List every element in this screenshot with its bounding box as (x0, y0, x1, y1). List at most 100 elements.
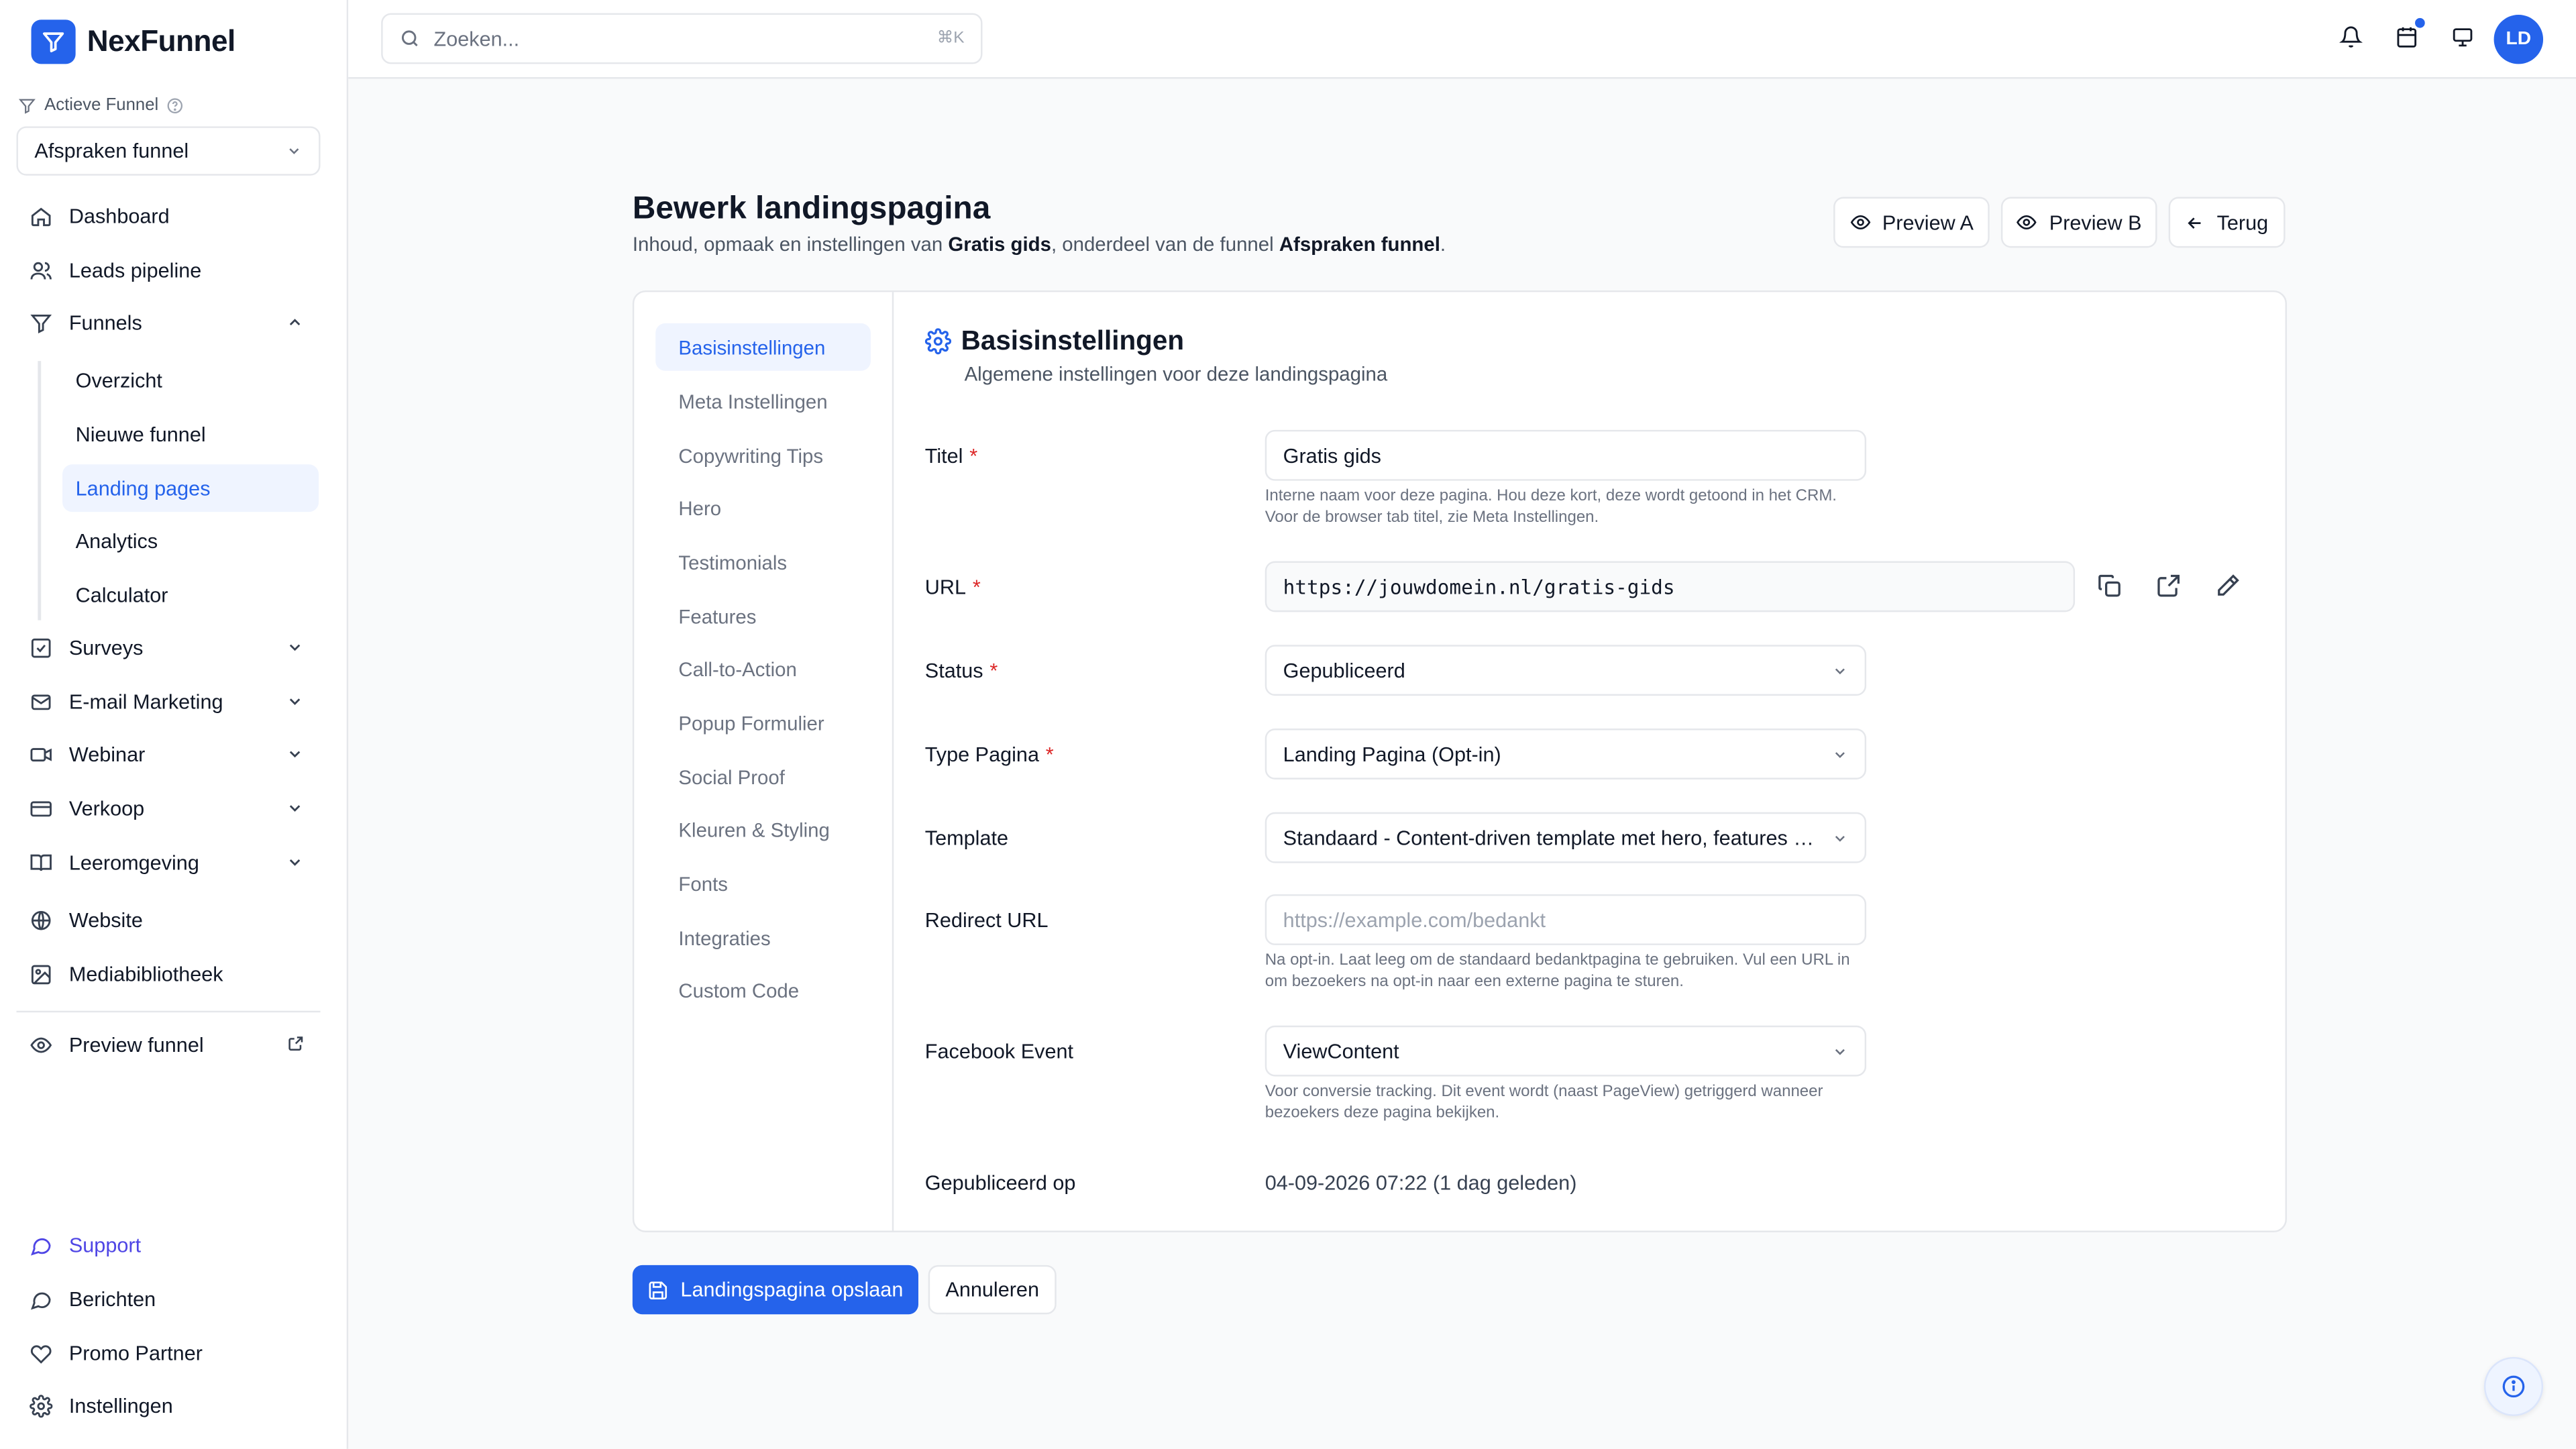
funnel-logo-icon (31, 19, 76, 64)
arrow-left-icon (2188, 217, 2202, 228)
external-link-icon[interactable] (2155, 573, 2182, 599)
sidebar-item-instellingen[interactable]: Instellingen (16, 1383, 320, 1429)
sidebar-item-leads[interactable]: Leads pipeline (16, 248, 320, 293)
sidebar-item-webinar[interactable]: Webinar (16, 732, 320, 777)
sidebar-subitem-analytics[interactable]: Analytics (62, 517, 319, 564)
save-button[interactable]: Landingspagina opslaan (632, 1265, 918, 1315)
facebook-event-help: Voor conversie tracking. Dit event wordt… (1265, 1083, 1823, 1123)
sidebar-divider (16, 1010, 321, 1013)
avatar[interactable]: LD (2493, 15, 2544, 64)
sidebar-item-promo-partner[interactable]: Promo Partner (16, 1331, 320, 1377)
search-input[interactable]: Zoeken... ⌘K (381, 13, 983, 64)
sidebar-item-dashboard[interactable]: Dashboard (16, 194, 320, 239)
video-icon (30, 748, 52, 762)
preview-b-button[interactable]: Preview B (2000, 197, 2157, 248)
help-circle-icon[interactable] (166, 96, 184, 114)
required-mark: * (969, 444, 978, 468)
page-subtitle: Inhoud, opmaak en instellingen van Grati… (632, 233, 1446, 256)
gear-icon (924, 328, 951, 355)
calendar-icon[interactable] (2396, 25, 2418, 50)
topbar: Zoeken... ⌘K LD (348, 0, 2576, 79)
globe-icon (31, 910, 51, 930)
sidebar-item-leeromgeving[interactable]: Leeromgeving (16, 840, 320, 885)
page-title: Bewerk landingspagina (632, 190, 991, 227)
image-icon (31, 965, 51, 985)
settings-nav-popup[interactable]: Popup Formulier (655, 699, 871, 747)
logo[interactable]: NexFunnel (31, 19, 235, 64)
funnel-icon (18, 98, 36, 113)
sidebar-item-funnels[interactable]: Funnels (16, 301, 320, 346)
settings-nav-features[interactable]: Features (655, 592, 871, 640)
sidebar-subitem-nieuwe-funnel[interactable]: Nieuwe funnel (62, 411, 319, 458)
settings-nav-hero[interactable]: Hero (655, 484, 871, 532)
template-label: Template (924, 826, 1009, 851)
published-label: Gepubliceerd op (924, 1171, 1076, 1195)
settings-nav-integraties[interactable]: Integraties (655, 914, 871, 961)
sidebar: NexFunnel Actieve Funnel Afspraken funne… (0, 0, 349, 1449)
type-pagina-select[interactable]: Landing Pagina (Opt-in) (1265, 729, 1867, 780)
eye-icon (1849, 215, 1870, 230)
redirect-url-label: Redirect URL (924, 909, 1049, 932)
settings-nav-copywriting[interactable]: Copywriting Tips (655, 431, 871, 479)
section-title: Basisinstellingen (961, 326, 1185, 356)
book-icon (30, 854, 52, 871)
settings-nav-cta[interactable]: Call-to-Action (655, 645, 871, 692)
sidebar-subitem-calculator[interactable]: Calculator (62, 571, 319, 619)
required-mark: * (972, 576, 981, 599)
settings-nav-social-proof[interactable]: Social Proof (655, 753, 871, 801)
gear-icon (30, 1395, 53, 1418)
settings-nav-testimonials[interactable]: Testimonials (655, 538, 871, 586)
settings-nav-custom-code[interactable]: Custom Code (655, 967, 871, 1014)
message-icon (31, 1292, 51, 1310)
sidebar-subitem-landing-pages[interactable]: Landing pages (62, 464, 319, 513)
redirect-url-help: Na opt-in. Laat leeg om de standaard bed… (1265, 951, 1850, 991)
titel-input[interactable]: Gratis gids (1265, 429, 1867, 481)
sidebar-item-berichten[interactable]: Berichten (16, 1277, 320, 1322)
chevron-up-icon (289, 319, 301, 325)
sidebar-item-support[interactable]: Support (16, 1222, 320, 1268)
info-help-button[interactable] (2483, 1356, 2544, 1416)
type-pagina-label: Type Pagina * (924, 743, 1054, 767)
sidebar-item-email-marketing[interactable]: E-mail Marketing (16, 680, 320, 725)
sidebar-item-verkoop[interactable]: Verkoop (16, 786, 320, 832)
chevron-down-icon (289, 698, 301, 706)
users-icon (30, 262, 52, 280)
chevron-down-icon (1835, 751, 1845, 757)
chevron-down-icon (1835, 835, 1845, 841)
monitor-icon[interactable] (2451, 25, 2474, 50)
sidebar-subitem-overzicht[interactable]: Overzicht (62, 356, 319, 404)
settings-nav-fonts[interactable]: Fonts (655, 860, 871, 908)
url-label: URL * (924, 576, 981, 599)
sidebar-item-preview-funnel[interactable]: Preview funnel (16, 1022, 320, 1068)
settings-nav: Basisinstellingen Meta Instellingen Copy… (634, 292, 894, 1231)
pencil-icon[interactable] (2214, 573, 2241, 599)
search-shortcut: ⌘K (936, 30, 965, 48)
redirect-url-input[interactable]: https://example.com/bedankt (1265, 894, 1867, 945)
calendar-badge (2413, 16, 2427, 30)
required-mark: * (989, 659, 998, 683)
url-input[interactable]: https://jouwdomein.nl/gratis-gids (1265, 561, 2076, 612)
chat-icon (31, 1238, 51, 1256)
settings-nav-basisinstellingen[interactable]: Basisinstellingen (655, 323, 871, 371)
template-select[interactable]: Standaard - Content-driven template met … (1265, 812, 1867, 863)
status-label: Status * (924, 659, 998, 683)
settings-nav-kleuren[interactable]: Kleuren & Styling (655, 806, 871, 853)
facebook-event-select[interactable]: ViewContent (1265, 1025, 1867, 1077)
cancel-button[interactable]: Annuleren (928, 1265, 1057, 1315)
status-select[interactable]: Gepubliceerd (1265, 645, 1867, 696)
sidebar-item-website[interactable]: Website (16, 898, 320, 943)
chevron-down-icon (289, 148, 299, 154)
bell-icon[interactable] (2339, 25, 2363, 50)
settings-nav-meta[interactable]: Meta Instellingen (655, 378, 871, 425)
preview-a-button[interactable]: Preview A (1833, 197, 1990, 248)
chevron-down-icon (1835, 667, 1845, 674)
back-button[interactable]: Terug (2168, 197, 2286, 248)
active-funnel-select[interactable]: Afspraken funnel (16, 126, 321, 176)
sidebar-item-surveys[interactable]: Surveys (16, 625, 320, 671)
required-mark: * (1045, 743, 1054, 767)
chevron-down-icon (289, 751, 301, 758)
credit-card-icon (30, 801, 52, 817)
sidebar-item-mediabibliotheek[interactable]: Mediabibliotheek (16, 952, 320, 998)
copy-icon[interactable] (2096, 573, 2123, 599)
titel-label: Titel * (924, 444, 978, 468)
